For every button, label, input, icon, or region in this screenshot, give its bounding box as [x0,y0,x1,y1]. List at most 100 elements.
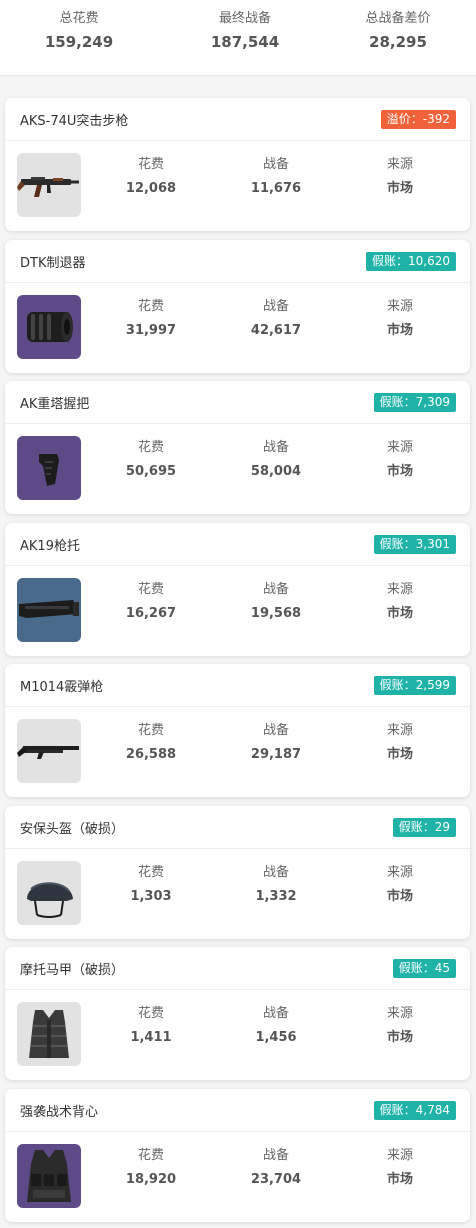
vest-icon [17,1002,81,1066]
value-stat: 战备 1,332 [221,864,331,906]
cost-value: 18,920 [125,1172,177,1187]
value-stat: 战备 29,187 [221,722,331,764]
item-card[interactable]: AK19枪托 假账：3,301 花费 16,267 战备 19,568 来源 市场 [5,523,470,656]
cost-value: 1,411 [130,1030,172,1045]
total-cost-label: 总花费 [59,11,99,26]
cost-stat: 花费 50,695 [96,439,206,481]
value-label: 战备 [262,440,289,455]
value-label: 战备 [262,582,289,597]
cost-value: 50,695 [125,464,177,479]
cost-value: 26,588 [125,747,177,762]
value-label: 战备 [262,1006,289,1021]
card-divider [5,1131,470,1132]
item-name: M1014霰弹枪 [20,680,104,695]
value-value: 58,004 [250,464,302,479]
price-diff-badge: 假账：2,599 [373,676,456,695]
cost-label: 花费 [137,582,164,597]
stock-icon [17,578,81,642]
source-value: 市场 [386,464,413,479]
item-card[interactable]: AKS-74U突击步枪 溢价：-392 花费 12,068 战备 11,676 来源 市场 [5,98,470,231]
source-label: 来源 [386,157,413,172]
source-value: 市场 [386,1030,413,1045]
final-value-label: 最终战备 [218,11,271,26]
diff-label: 总战备差价 [365,11,431,26]
value-label: 战备 [262,157,289,172]
cost-label: 花费 [137,299,164,314]
cost-stat: 花费 18,920 [96,1147,206,1189]
cost-label: 花费 [137,723,164,738]
card-divider [5,989,470,990]
price-diff-badge: 假账：29 [392,818,456,837]
card-divider [5,423,470,424]
cost-stat: 花费 12,068 [96,156,206,198]
value-label: 战备 [262,1148,289,1163]
item-card[interactable]: 强袭战术背心 假账：4,784 花费 18,920 战备 23,704 来源 市场 [5,1089,470,1222]
helmet-icon [17,861,81,925]
item-card[interactable]: 安保头盔（破损） 假账：29 花费 1,303 战备 1,332 来源市场 [5,806,470,939]
cost-label: 花费 [137,1148,164,1163]
tactical-vest-icon [17,1144,81,1208]
card-divider [5,282,470,283]
grip-icon [17,436,81,500]
source-stat: 来源 市场 [345,864,455,906]
item-card[interactable]: DTK制退器 假账：10,620 花费 31,997 战备 42,617 来源 市场 [5,240,470,373]
cost-label: 花费 [137,157,164,172]
value-value: 1,456 [255,1030,297,1045]
value-value: 11,676 [250,181,302,196]
cost-stat: 花费 26,588 [96,722,206,764]
source-value: 市场 [386,1172,413,1187]
source-value: 市场 [386,323,413,338]
value-value: 1,332 [255,889,297,904]
cost-stat: 花费 1,303 [96,864,206,906]
price-diff-badge: 假账：3,301 [373,535,456,554]
muzzle-brake-icon [17,295,81,359]
total-cost-value: 159,249 [44,33,114,51]
source-value: 市场 [386,889,413,904]
rifle-icon [17,153,81,217]
cost-stat: 花费 16,267 [96,581,206,623]
card-divider [5,140,470,141]
source-stat: 来源 市场 [345,581,455,623]
item-card[interactable]: 摩托马甲（破损） 假账：45 花费 1,411 战备 1,456 来源市场 [5,947,470,1080]
source-label: 来源 [386,299,413,314]
summary-header: 总花费 159,249 最终战备 187,544 总战备差价 28,295 [0,0,476,76]
item-name: 强袭战术背心 [20,1105,99,1120]
value-stat: 战备 19,568 [221,581,331,623]
card-divider [5,565,470,566]
value-stat: 战备 58,004 [221,439,331,481]
card-divider [5,848,470,849]
cost-value: 16,267 [125,606,177,621]
value-value: 19,568 [250,606,302,621]
source-stat: 来源 市场 [345,156,455,198]
price-diff-badge: 假账：45 [392,959,456,978]
value-value: 42,617 [250,323,302,338]
source-stat: 来源 市场 [345,722,455,764]
shotgun-icon [17,719,81,783]
value-stat: 战备 23,704 [221,1147,331,1189]
source-value: 市场 [386,181,413,196]
source-label: 来源 [386,865,413,880]
price-diff-badge: 溢价：-392 [380,110,456,129]
price-diff-badge: 假账：10,620 [366,252,456,271]
item-name: AK重塔握把 [20,397,90,412]
value-stat: 战备 11,676 [221,156,331,198]
source-stat: 来源 市场 [345,1005,455,1047]
cost-stat: 花费 1,411 [96,1005,206,1047]
item-card[interactable]: M1014霰弹枪 假账：2,599 花费 26,588 战备 29,187 来源市场 [5,664,470,797]
cost-value: 1,303 [130,889,172,904]
source-stat: 来源 市场 [345,1147,455,1189]
source-stat: 来源 市场 [345,439,455,481]
source-label: 来源 [386,582,413,597]
final-value-value: 187,544 [210,33,280,51]
cost-label: 花费 [137,865,164,880]
item-card[interactable]: AK重塔握把 假账：7,309 花费 50,695 战备 58,004 来源市场 [5,381,470,514]
source-value: 市场 [386,747,413,762]
item-name: 安保头盔（破损） [20,822,125,837]
value-stat: 战备 42,617 [221,298,331,340]
source-label: 来源 [386,1006,413,1021]
source-label: 来源 [386,440,413,455]
source-label: 来源 [386,723,413,738]
item-name: 摩托马甲（破损） [20,963,125,978]
price-diff-badge: 假账：7,309 [373,393,456,412]
value-label: 战备 [262,299,289,314]
